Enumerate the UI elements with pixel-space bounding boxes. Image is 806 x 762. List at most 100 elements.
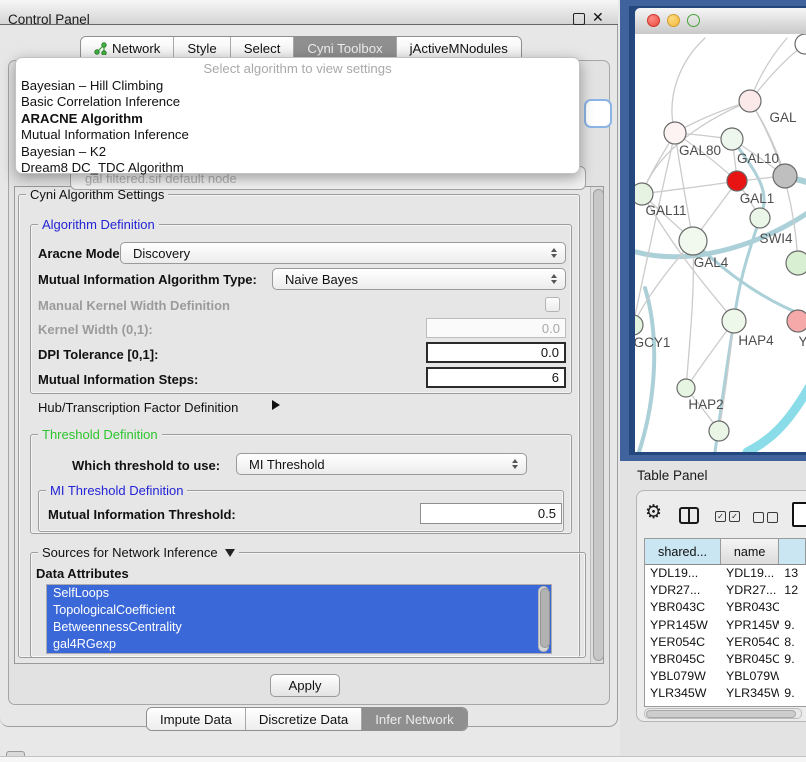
table-cell: YLR345W: [721, 685, 779, 702]
table-row[interactable]: YDR27...YDR27...12: [645, 582, 806, 599]
attribute-betweennesscentrality[interactable]: BetweennessCentrality: [47, 619, 551, 636]
table-cell: YDL19...: [721, 565, 779, 582]
network-edge: [747, 384, 806, 452]
table-row[interactable]: YDL19...YDL19...13: [645, 565, 806, 582]
tab-impute-data[interactable]: Impute Data: [147, 708, 246, 730]
collapse-down-icon[interactable]: [225, 549, 235, 557]
algorithm-option-bayesian-hill-climbing[interactable]: Bayesian – Hill Climbing: [16, 78, 579, 94]
attribute-gal4rgexp[interactable]: gal4RGexp: [47, 636, 551, 653]
table-row[interactable]: YPR145WYPR145W9.: [645, 617, 806, 634]
network-node-hap4[interactable]: [722, 309, 746, 333]
network-node-gal80[interactable]: [664, 122, 686, 144]
manual-kernel-width-label: Manual Kernel Width Definition: [38, 298, 230, 313]
network-node-y[interactable]: [787, 310, 806, 332]
control-panel-title: Control Panel: [8, 12, 90, 27]
mi-algorithm-type-select[interactable]: Naive Bayes: [272, 268, 566, 290]
dpi-tolerance-label: DPI Tolerance [0,1]:: [38, 347, 158, 362]
algorithm-option-bayesian-k2[interactable]: Bayesian – K2: [16, 144, 579, 160]
minimize-traffic-icon[interactable]: [667, 14, 680, 27]
table-row[interactable]: YLR345WYLR345W9.: [645, 685, 806, 702]
unselect-all-columns-icon[interactable]: [753, 512, 778, 523]
network-node-label: Y: [798, 334, 806, 349]
split-columns-icon[interactable]: [679, 507, 699, 524]
mi-threshold-field[interactable]: 0.5: [420, 503, 562, 524]
mi-algorithm-type-label: Mutual Information Algorithm Type:: [38, 272, 257, 287]
column-header-name[interactable]: name: [721, 539, 779, 564]
mi-steps-field[interactable]: 6: [426, 367, 566, 388]
column-header-shared[interactable]: shared...: [645, 539, 721, 564]
data-attributes-list: SelfLoopsTopologicalCoefficientBetweenne…: [46, 584, 552, 654]
algorithm-option-aracne-algorithm[interactable]: ARACNE Algorithm: [16, 111, 579, 127]
which-threshold-select[interactable]: MI Threshold: [236, 453, 527, 475]
tab-cyni-toolbox[interactable]: Cyni Toolbox: [294, 37, 396, 59]
close-icon[interactable]: ✕: [592, 10, 604, 24]
mi-threshold-group-title: MI Threshold Definition: [46, 484, 187, 498]
network-node[interactable]: [709, 421, 729, 441]
tab-select[interactable]: Select: [231, 37, 295, 59]
algorithm-dropdown: Select algorithm to view settings Bayesi…: [15, 57, 580, 174]
settings-scrollbar-thumb[interactable]: [593, 189, 604, 661]
select-all-columns-icon[interactable]: ✓✓: [715, 511, 740, 522]
kernel-width-field[interactable]: 0.0: [426, 318, 566, 338]
sources-title-text: Sources for Network Inference: [42, 545, 218, 560]
inference-algorithm-combo-fragment[interactable]: [584, 99, 612, 128]
table-cell: 8.: [779, 634, 806, 651]
network-window-titlebar[interactable]: [635, 8, 806, 35]
expand-right-icon[interactable]: [272, 400, 280, 410]
tab-discretize-data[interactable]: Discretize Data: [246, 708, 362, 730]
algorithm-dropdown-prompt: Select algorithm to view settings: [16, 61, 579, 78]
network-node-gal4[interactable]: [679, 227, 707, 255]
table-row[interactable]: YER054CYER054C8.: [645, 634, 806, 651]
network-node-label: GAL1: [740, 191, 775, 206]
network-edge: [750, 44, 805, 101]
network-node-gal1[interactable]: [727, 171, 747, 191]
table-row[interactable]: YIL052CYIL052C9.: [645, 703, 806, 708]
network-edge: [672, 38, 705, 133]
aracne-mode-select[interactable]: Discovery: [120, 242, 566, 264]
network-node-gcy1[interactable]: [635, 315, 643, 335]
column-header[interactable]: [779, 539, 806, 564]
network-node[interactable]: [786, 251, 806, 275]
network-node[interactable]: [773, 164, 797, 188]
tab-style[interactable]: Style: [174, 37, 230, 59]
table-cell: 9.: [779, 617, 806, 634]
float-window-icon[interactable]: [573, 13, 585, 25]
tab-label: Select: [244, 41, 281, 56]
table-cell: YBR045C: [721, 651, 779, 668]
close-traffic-icon[interactable]: [647, 14, 660, 27]
mi-threshold-label: Mutual Information Threshold:: [48, 507, 236, 522]
gear-icon[interactable]: ⚙: [645, 503, 662, 523]
algorithm-option-mutual-information-inference[interactable]: Mutual Information Inference: [16, 127, 579, 143]
table-cell: 13: [779, 565, 806, 582]
table-row[interactable]: YBR045CYBR045C9.: [645, 651, 806, 668]
algorithm-option-dream8-dc-tdc-algorithm[interactable]: Dream8 DC_TDC Algorithm: [16, 160, 579, 176]
tab-jactivemnodules[interactable]: jActiveMNodules: [397, 37, 521, 59]
table-hscrollbar[interactable]: [644, 708, 802, 719]
tab-network[interactable]: Network: [81, 37, 174, 59]
tab-label: Cyni Toolbox: [307, 41, 382, 56]
attribute-topologicalcoefficient[interactable]: TopologicalCoefficient: [47, 602, 551, 619]
tab-infer-network[interactable]: Infer Network: [362, 708, 466, 730]
network-node-gal10[interactable]: [721, 128, 743, 150]
network-node-hap2[interactable]: [677, 379, 695, 397]
table-body: YDL19...YDL19...13YDR27...YDR27...12YBR0…: [645, 565, 806, 707]
attribute-selfloops[interactable]: SelfLoops: [47, 585, 551, 602]
network-canvas[interactable]: GALGAL80GAL10GAL1GAL11SWI4GAL4GCY1HAP4YH…: [635, 34, 806, 452]
table-hscrollbar-thumb[interactable]: [646, 710, 796, 718]
table-row[interactable]: YBL079WYBL079W: [645, 668, 806, 685]
algorithm-option-basic-correlation-inference[interactable]: Basic Correlation Inference: [16, 94, 579, 110]
table-row[interactable]: YBR043CYBR043C: [645, 599, 806, 616]
dpi-tolerance-field[interactable]: 0.0: [426, 342, 566, 363]
network-node-swi4[interactable]: [750, 208, 770, 228]
attributes-scrollbar-thumb[interactable]: [540, 588, 550, 648]
manual-kernel-width-checkbox[interactable]: [545, 297, 560, 312]
zoom-traffic-icon[interactable]: [687, 14, 700, 27]
control-panel-titlebar[interactable]: [0, 0, 618, 25]
network-node-gal11[interactable]: [635, 183, 653, 205]
attributes-scrollbar[interactable]: [538, 586, 549, 652]
new-table-icon[interactable]: [792, 502, 806, 527]
network-node-gal[interactable]: [739, 90, 761, 112]
apply-button[interactable]: Apply: [270, 674, 340, 697]
settings-scrollbar[interactable]: [590, 187, 603, 663]
network-node-label: GAL10: [737, 151, 779, 166]
